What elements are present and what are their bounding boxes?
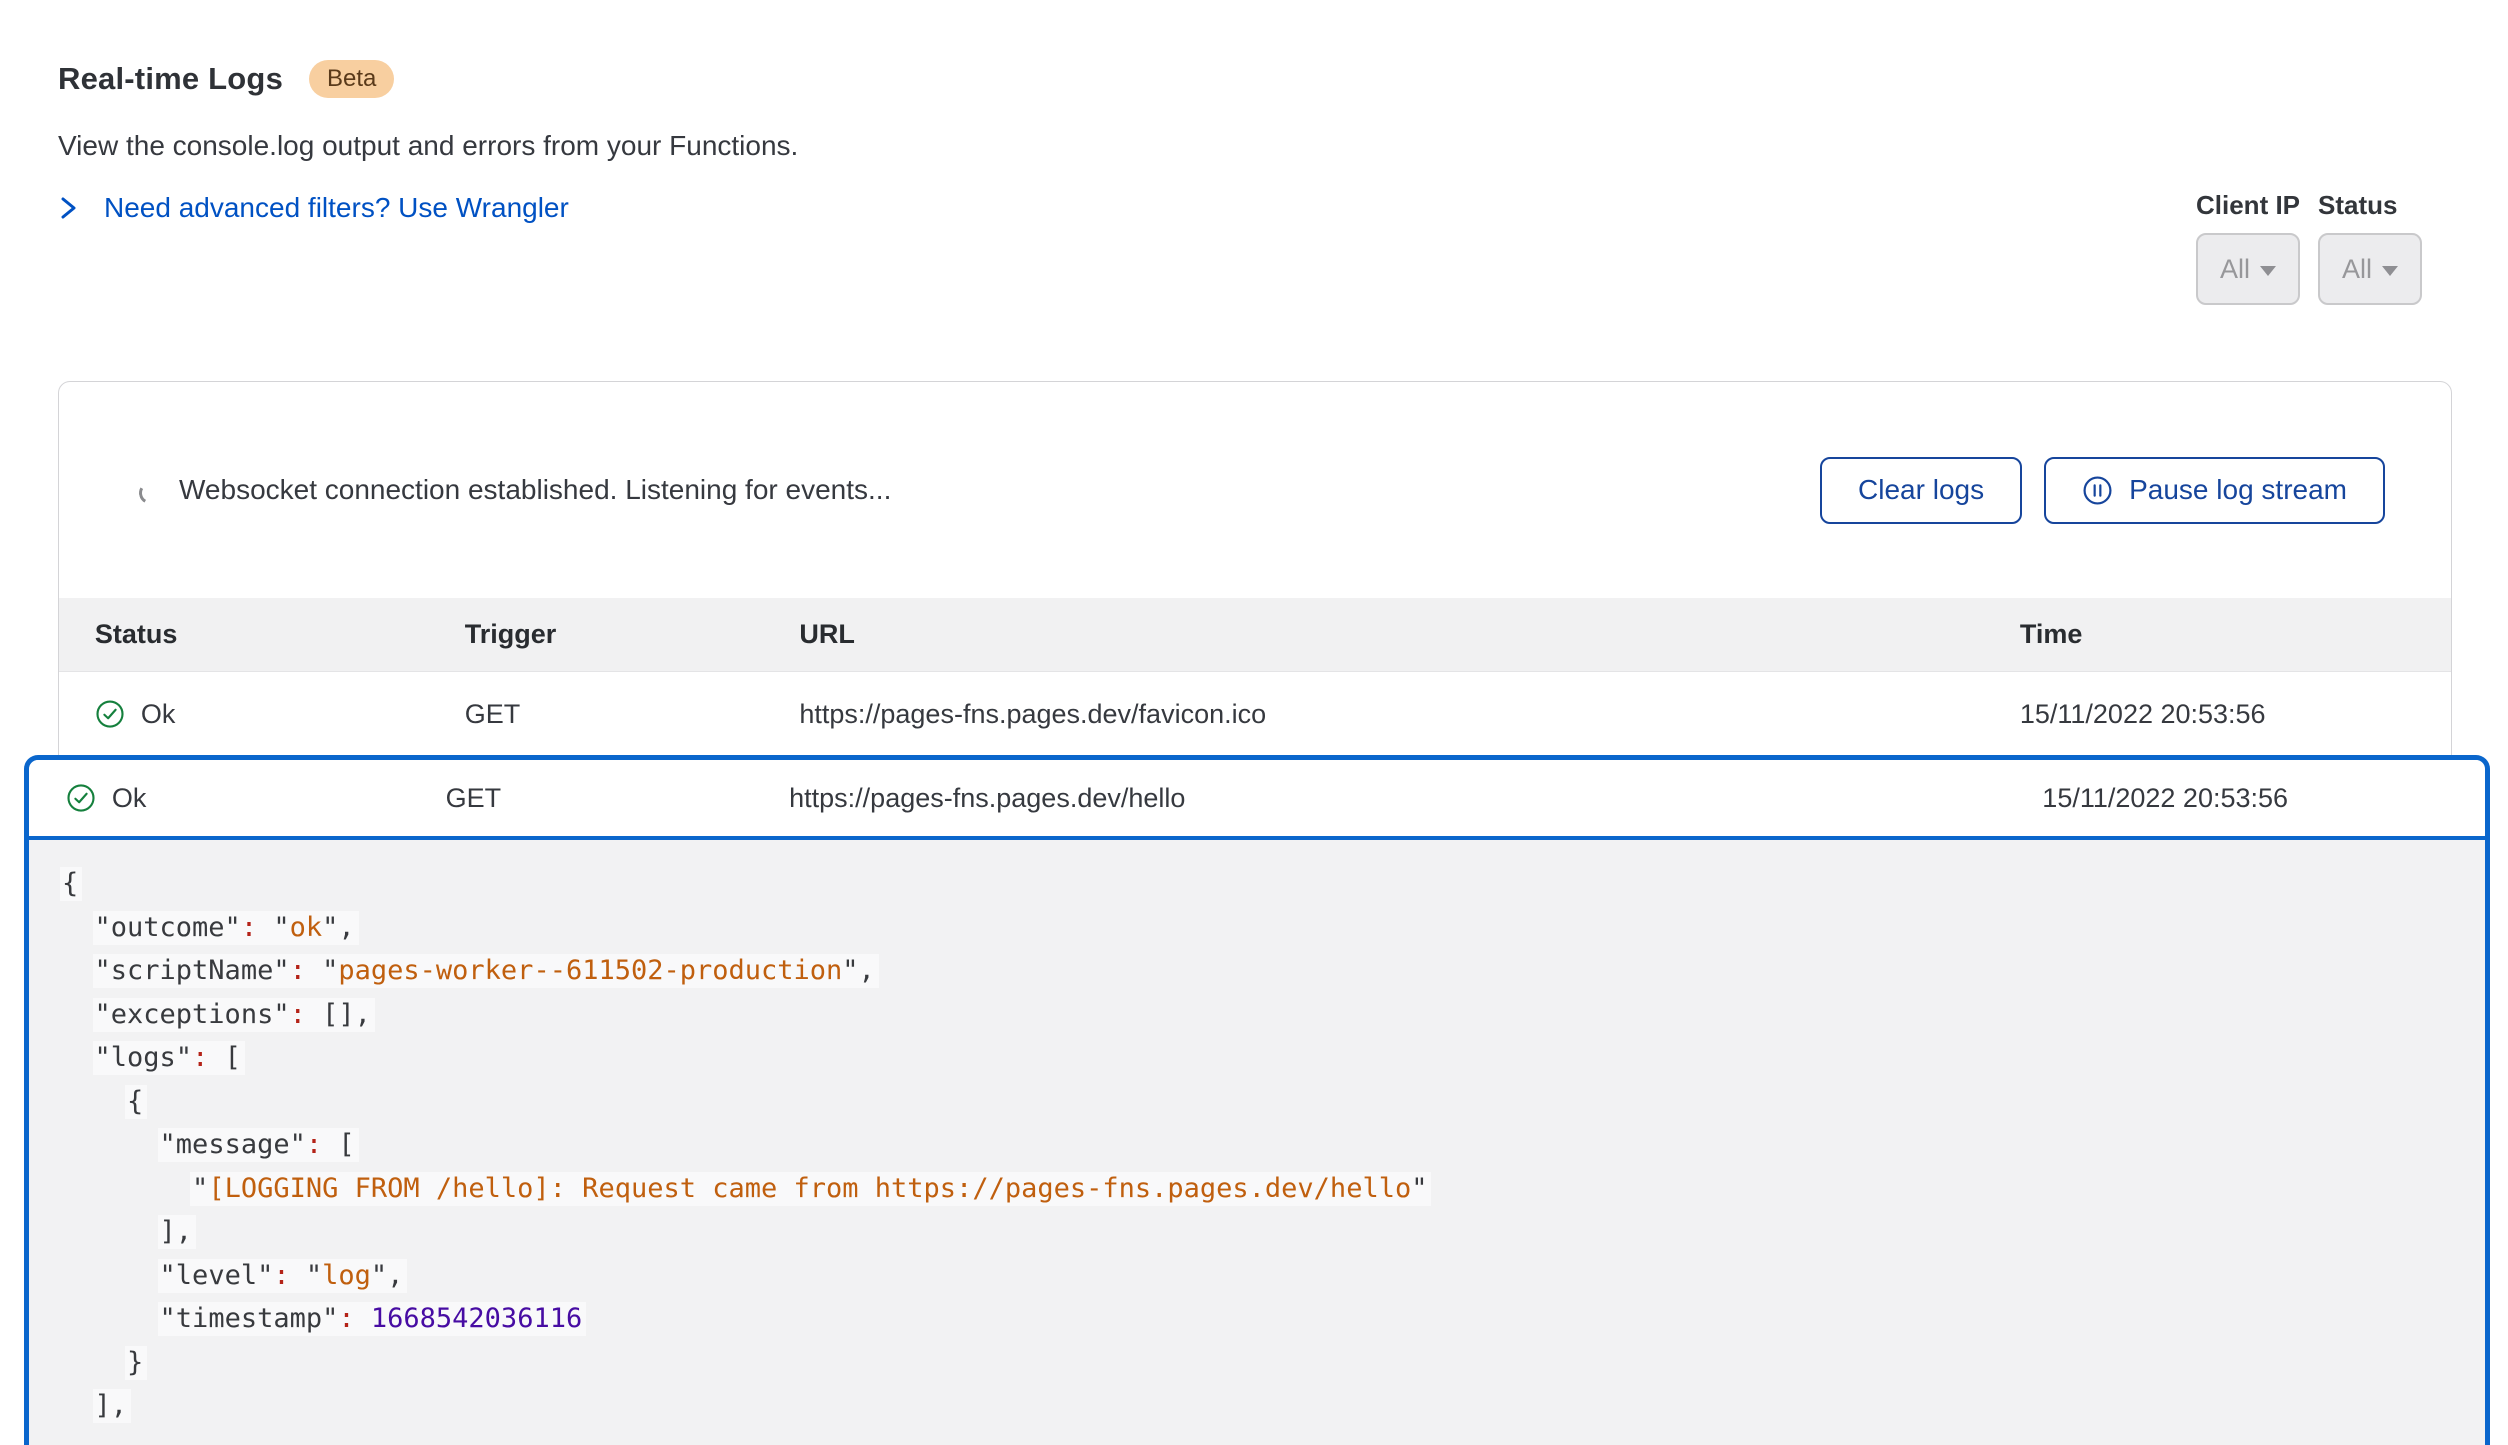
table-row[interactable]: Ok GET https://pages-fns.pages.dev/favic… [59, 672, 2451, 756]
url-cell: https://pages-fns.pages.dev/favicon.ico [799, 699, 2020, 730]
beta-badge: Beta [309, 60, 394, 98]
websocket-status-text: Websocket connection established. Listen… [179, 474, 891, 506]
client-ip-label: Client IP [2196, 190, 2300, 221]
header-trigger: Trigger [465, 619, 800, 650]
chevron-down-icon [2382, 266, 2398, 276]
check-circle-icon [66, 783, 96, 813]
header-url: URL [799, 619, 2020, 650]
log-json-detail: { "outcome": "ok", "scriptName": "pages-… [29, 840, 2485, 1428]
loading-spinner-icon [137, 480, 164, 507]
status-filter-value: All [2342, 254, 2372, 285]
status-select[interactable]: All [2318, 233, 2422, 305]
page-header: Real-time Logs Beta [58, 60, 394, 98]
status-label: Ok [141, 699, 176, 730]
expanded-table-row[interactable]: Ok GET https://pages-fns.pages.dev/hello… [29, 760, 2485, 840]
log-toolbar: Websocket connection established. Listen… [59, 382, 2451, 598]
status-label: Ok [112, 783, 147, 814]
expanded-log-entry: Ok GET https://pages-fns.pages.dev/hello… [24, 755, 2490, 1445]
table-header: Status Trigger URL Time [59, 598, 2451, 672]
pause-log-stream-button[interactable]: Pause log stream [2044, 457, 2385, 524]
trigger-cell: GET [446, 783, 790, 814]
page-subtitle: View the console.log output and errors f… [58, 130, 798, 162]
toolbar-buttons: Clear logs Pause log stream [1820, 457, 2385, 524]
status-filter-group: Status All [2318, 190, 2422, 305]
client-ip-filter-group: Client IP All [2196, 190, 2300, 305]
status-cell: Ok [66, 783, 446, 814]
status-cell: Ok [95, 699, 465, 730]
advanced-filters-link[interactable]: Need advanced filters? Use Wrangler [58, 192, 569, 224]
pause-icon [2082, 475, 2113, 506]
clear-logs-label: Clear logs [1858, 474, 1984, 506]
clear-logs-button[interactable]: Clear logs [1820, 457, 2022, 524]
trigger-cell: GET [465, 699, 800, 730]
time-cell: 15/11/2022 20:53:56 [2020, 699, 2451, 730]
check-circle-icon [95, 699, 125, 729]
client-ip-value: All [2220, 254, 2250, 285]
time-cell: 15/11/2022 20:53:56 [2042, 783, 2485, 814]
chevron-right-icon [58, 193, 80, 223]
page-title: Real-time Logs [58, 61, 283, 97]
status-filter-label: Status [2318, 190, 2422, 221]
header-status: Status [95, 619, 465, 650]
chevron-down-icon [2260, 266, 2276, 276]
url-cell: https://pages-fns.pages.dev/hello [789, 783, 2042, 814]
pause-log-stream-label: Pause log stream [2129, 474, 2347, 506]
advanced-filters-label: Need advanced filters? Use Wrangler [104, 192, 569, 224]
websocket-status: Websocket connection established. Listen… [139, 474, 891, 506]
client-ip-select[interactable]: All [2196, 233, 2300, 305]
filters: Client IP All Status All [2196, 190, 2422, 305]
header-time: Time [2020, 619, 2451, 650]
